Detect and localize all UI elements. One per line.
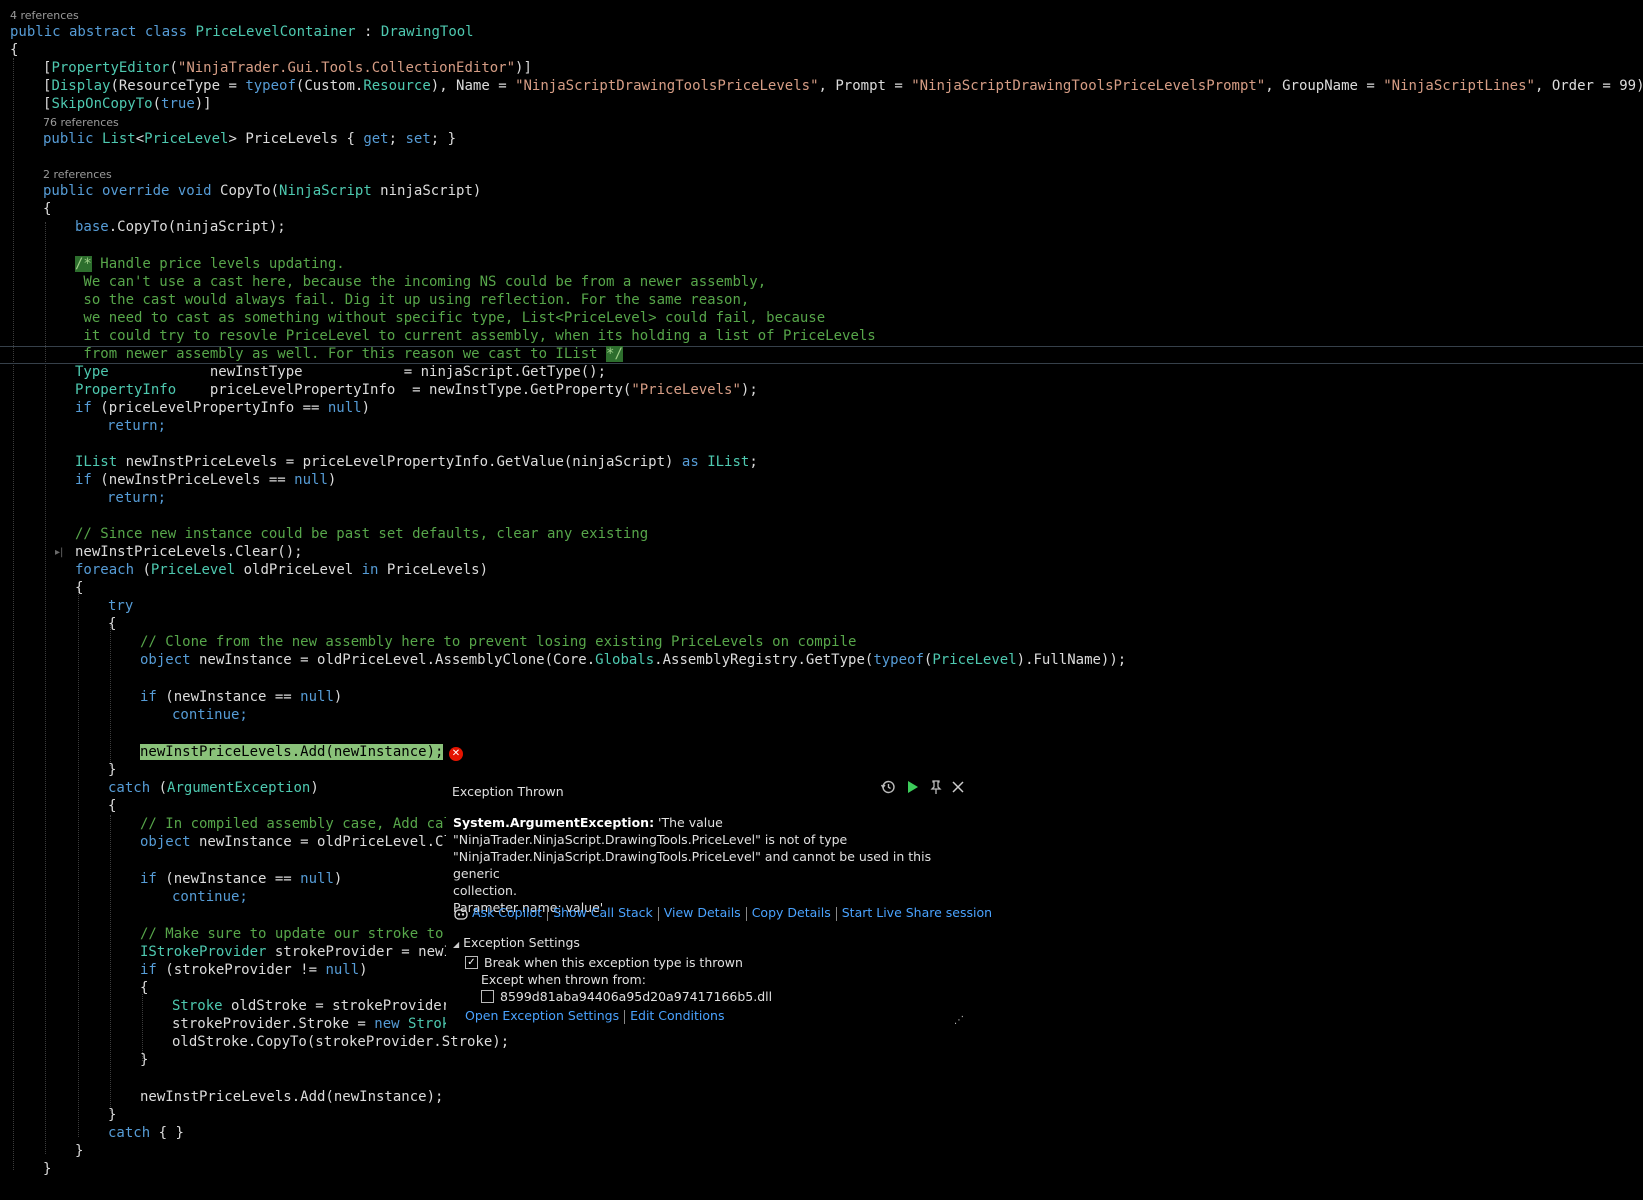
code-line: }: [43, 1161, 52, 1177]
edit-conditions-link[interactable]: Edit Conditions: [630, 1008, 724, 1023]
view-details-link[interactable]: View Details: [664, 905, 741, 920]
code-line: if (priceLevelPropertyInfo == null): [75, 400, 371, 416]
codelens-references[interactable]: 2 references: [43, 168, 112, 182]
code-line: continue;: [172, 707, 248, 723]
comment-line: // Since new instance could be past set …: [75, 526, 649, 542]
comment-line: /* Handle price levels updating.: [75, 256, 345, 272]
code-line: }: [108, 1107, 117, 1123]
comment-line: // In compiled assembly case, Add cal: [140, 816, 452, 832]
method-declaration: public override void CopyTo(NinjaScript …: [43, 183, 482, 199]
code-line: }: [108, 762, 117, 778]
code-line: newInstPriceLevels.Clear();: [75, 544, 303, 560]
comment-line: we need to cast as something without spe…: [75, 310, 826, 326]
code-line: return;: [107, 418, 167, 434]
continue-icon[interactable]: [902, 779, 922, 799]
code-line: foreach (PriceLevel oldPriceLevel in Pri…: [75, 562, 489, 578]
code-line: return;: [107, 490, 167, 506]
close-icon[interactable]: [948, 779, 968, 799]
comment-line: // Clone from the new assembly here to p…: [140, 634, 857, 650]
settings-links: Open Exception Settings Edit Conditions: [465, 1008, 724, 1024]
copilot-icon: [454, 908, 468, 920]
show-call-stack-link[interactable]: Show Call Stack: [553, 905, 653, 920]
history-icon[interactable]: [878, 779, 898, 799]
codelens-references[interactable]: 76 references: [43, 116, 119, 130]
code-line: strokeProvider.Stroke = new Strok: [172, 1016, 451, 1032]
exception-settings-header[interactable]: ◢ Exception Settings: [453, 935, 580, 950]
code-line: {: [43, 201, 52, 217]
indent-guide: [78, 589, 79, 1137]
code-line: }: [75, 1143, 84, 1159]
code-line: oldStroke.CopyTo(strokeProvider.Stroke);: [172, 1034, 510, 1050]
code-line: if (newInstance == null): [140, 871, 343, 887]
exception-popup: Exception Thrown System.ArgumentExceptio…: [446, 775, 992, 1032]
error-icon[interactable]: ✕: [449, 747, 463, 761]
code-line: catch (ArgumentException): [108, 780, 319, 796]
resize-grip-icon[interactable]: ⋰: [954, 1015, 964, 1026]
code-line: object newInstance = oldPriceLevel.Assem…: [140, 652, 1127, 668]
popup-title: Exception Thrown: [452, 784, 564, 799]
comment-line: so the cast would always fail. Dig it up…: [75, 292, 750, 308]
comment-line: it could try to resovle PriceLevel to cu…: [75, 328, 876, 344]
code-line: {: [108, 798, 117, 814]
code-line: {: [140, 980, 149, 996]
code-line: {: [75, 580, 84, 596]
exception-message: System.ArgumentException: 'The value "Ni…: [453, 815, 932, 915]
comment-line: We can't use a cast here, because the in…: [75, 274, 767, 290]
code-line: if (newInstance == null): [140, 689, 343, 705]
except-when-label: Except when thrown from:: [481, 972, 646, 987]
break-when-thrown-option[interactable]: ✓ Break when this exception type is throw…: [465, 955, 743, 970]
comment-line: from newer assembly as well. For this re…: [75, 346, 623, 362]
code-line: catch { }: [108, 1125, 184, 1141]
code-line: newInstPriceLevels.Add(newInstance);: [140, 1089, 444, 1105]
attribute-line: [PropertyEditor("NinjaTrader.Gui.Tools.C…: [43, 60, 532, 76]
indent-guide: [13, 58, 14, 1170]
ask-copilot-link[interactable]: Ask Copilot: [472, 905, 542, 920]
dll-checkbox[interactable]: [481, 990, 494, 1003]
code-line: PropertyInfo priceLevelPropertyInfo = ne…: [75, 382, 758, 398]
run-to-line-icon[interactable]: ▸|: [55, 547, 63, 558]
dll-option[interactable]: 8599d81aba94406a95d20a97417166b5.dll: [481, 989, 772, 1004]
code-line: Stroke oldStroke = strokeProvider: [172, 998, 451, 1014]
codelens-references[interactable]: 4 references: [10, 9, 79, 23]
open-exception-settings-link[interactable]: Open Exception Settings: [465, 1008, 619, 1023]
live-share-link[interactable]: Start Live Share session: [842, 905, 992, 920]
code-line: {: [108, 616, 117, 632]
attribute-line: [SkipOnCopyTo(true)]: [43, 96, 212, 112]
code-line: try: [108, 598, 134, 614]
code-line: if (newInstPriceLevels == null): [75, 472, 337, 488]
code-line: if (strokeProvider != null): [140, 962, 368, 978]
code-line: }: [140, 1052, 149, 1068]
code-line: object newInstance = oldPriceLevel.Cl: [140, 834, 452, 850]
code-line: continue;: [172, 889, 248, 905]
attribute-line: [Display(ResourceType = typeof(Custom.Re…: [43, 78, 1643, 94]
code-line: IList newInstPriceLevels = priceLevelPro…: [75, 454, 758, 470]
indent-guide: [110, 625, 111, 766]
break-when-thrown-checkbox[interactable]: ✓: [465, 956, 478, 969]
code-line: IStrokeProvider strokeProvider = newI: [140, 944, 452, 960]
code-line: base.CopyTo(ninjaScript);: [75, 219, 286, 235]
code-line: {: [10, 42, 19, 58]
exception-type: System.ArgumentException:: [453, 815, 655, 830]
comment-line: // Make sure to update our stroke to: [140, 926, 452, 942]
copy-details-link[interactable]: Copy Details: [752, 905, 831, 920]
exception-actions: Ask Copilot Show Call Stack View Details Co…: [453, 905, 992, 921]
class-declaration: public abstract class PriceLevelContaine…: [10, 24, 474, 40]
pin-icon[interactable]: [926, 779, 946, 799]
indent-guide: [110, 815, 111, 1111]
code-line: Type newInstType = ninjaScript.GetType()…: [75, 364, 607, 380]
property-declaration: public List<PriceLevel> PriceLevels { ge…: [43, 131, 457, 147]
current-statement: newInstPriceLevels.Add(newInstance);: [140, 744, 444, 760]
collapse-triangle-icon[interactable]: ◢: [453, 940, 459, 949]
